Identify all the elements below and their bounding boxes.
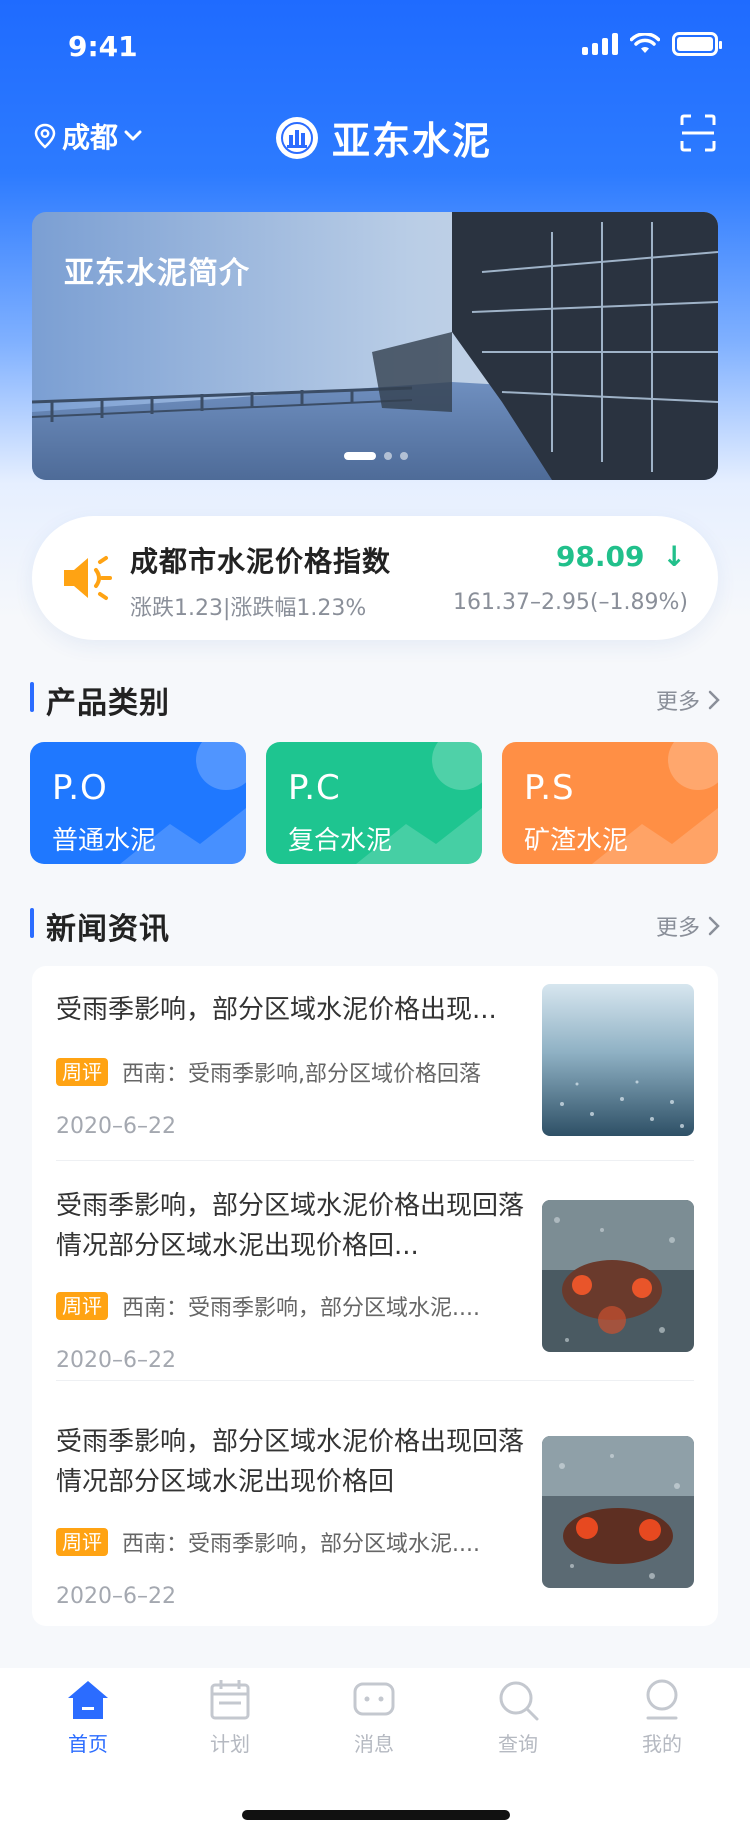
home-icon [68, 1681, 108, 1719]
status-bar: 9:41 [0, 0, 750, 96]
section-accent-bar [30, 682, 34, 712]
product-name: 复合水泥 [288, 826, 393, 856]
price-index-change: 161.37–2.95(–1.89%) [452, 590, 688, 615]
banner-carousel[interactable]: 亚东水泥简介 [32, 212, 718, 480]
decorative-circle [668, 742, 718, 790]
news-divider [56, 1160, 694, 1161]
tab-label: 消息 [354, 1732, 394, 1756]
news-meta: 周评 西南：受雨季影响，部分区域水泥.... [56, 1526, 526, 1558]
carousel-dot[interactable] [400, 452, 408, 460]
home-indicator [242, 1810, 510, 1820]
news-thumbnail [542, 984, 694, 1136]
news-title: 受雨季影响，部分区域水泥价格出现回落情况部分区域水泥出现价格回 [56, 1427, 525, 1497]
news-thumbnail [542, 1200, 694, 1352]
tab-query[interactable]: 查询 [458, 1678, 578, 1778]
news-title: 受雨季影响，部分区域水泥价格出现... [56, 995, 497, 1025]
news-list: 受雨季影响，部分区域水泥价格出现... 周评 西南：受雨季影响,部分区域价格回落… [32, 966, 718, 1626]
tab-label: 计划 [210, 1732, 250, 1756]
tab-messages[interactable]: 消息 [314, 1678, 434, 1778]
products-more-link[interactable]: 更多 [656, 684, 720, 716]
brand-logo-icon [276, 116, 318, 159]
price-index-value: 98.09 ↓ [556, 540, 686, 573]
status-icons [582, 32, 722, 56]
product-card-po[interactable]: P.O 普通水泥 [30, 742, 246, 864]
status-time: 9:41 [68, 30, 138, 63]
news-date: 2020–6–22 [56, 1114, 176, 1139]
carousel-dot[interactable] [384, 452, 392, 460]
tab-label: 首页 [68, 1732, 108, 1756]
cellular-signal-icon [582, 33, 618, 55]
news-thumbnail [542, 1436, 694, 1588]
products-section-header: 产品类别 更多 [30, 678, 720, 721]
speaker-icon [64, 556, 112, 600]
price-index-subtitle: 涨跌1.23|涨跌幅1.23% [130, 596, 367, 621]
product-code: P.S [524, 768, 575, 808]
city-selector[interactable]: 成都 [34, 116, 142, 156]
news-tag: 周评 [56, 1528, 108, 1556]
bottom-tab-bar: 首页 计划 消息 查询 我的 [0, 1668, 750, 1836]
product-name: 矿渣水泥 [524, 826, 629, 856]
chevron-right-icon [708, 916, 720, 936]
news-title: 受雨季影响，部分区域水泥价格出现回落情况部分区域水泥出现价格回... [56, 1191, 525, 1261]
news-section-header: 新闻资讯 更多 [30, 904, 720, 947]
news-tag: 周评 [56, 1292, 108, 1320]
product-name: 普通水泥 [52, 826, 157, 856]
more-label: 更多 [655, 916, 700, 941]
product-card-pc[interactable]: P.C 复合水泥 [266, 742, 482, 864]
news-summary: 西南：受雨季影响，部分区域水泥.... [122, 1296, 480, 1321]
news-summary: 西南：受雨季影响，部分区域水泥.... [122, 1532, 480, 1557]
news-date: 2020–6–22 [56, 1584, 176, 1609]
battery-icon [672, 32, 722, 56]
more-label: 更多 [655, 690, 700, 715]
banner-title: 亚东水泥简介 [64, 256, 250, 291]
scan-icon[interactable] [680, 114, 716, 152]
price-index-card[interactable]: 成都市水泥价格指数 涨跌1.23|涨跌幅1.23% 98.09 ↓ 161.37… [32, 516, 718, 640]
brand: 亚东水泥 [276, 110, 492, 165]
news-date: 2020–6–22 [56, 1348, 176, 1373]
chevron-right-icon [708, 690, 720, 710]
news-more-link[interactable]: 更多 [656, 910, 720, 942]
product-code: P.O [52, 768, 108, 808]
user-icon [646, 1679, 678, 1720]
down-arrow-icon: ↓ [662, 540, 686, 573]
products-section-title: 产品类别 [46, 686, 170, 721]
tab-home[interactable]: 首页 [28, 1678, 148, 1778]
brand-name: 亚东水泥 [332, 119, 493, 163]
tab-profile[interactable]: 我的 [602, 1678, 722, 1778]
tab-label: 我的 [642, 1732, 682, 1756]
news-divider [56, 1380, 694, 1381]
news-section-title: 新闻资讯 [46, 912, 170, 947]
decorative-circle [196, 742, 246, 790]
price-index-title: 成都市水泥价格指数 [130, 545, 392, 578]
wifi-icon [630, 33, 660, 53]
calendar-icon [210, 1680, 250, 1720]
decorative-circle [432, 742, 482, 790]
price-index-number: 98.09 [555, 540, 645, 573]
chevron-down-icon [124, 130, 142, 141]
section-accent-bar [30, 908, 34, 938]
news-meta: 周评 西南：受雨季影响,部分区域价格回落 [56, 1056, 526, 1088]
news-item[interactable]: 受雨季影响，部分区域水泥价格出现回落情况部分区域水泥出现价格回 周评 西南：受雨… [56, 1416, 694, 1616]
city-label: 成都 [62, 121, 119, 154]
news-meta: 周评 西南：受雨季影响，部分区域水泥.... [56, 1290, 526, 1322]
tab-plan[interactable]: 计划 [170, 1678, 290, 1778]
message-icon [353, 1682, 395, 1716]
carousel-indicator [344, 452, 408, 460]
location-icon [34, 123, 56, 149]
news-summary: 西南：受雨季影响,部分区域价格回落 [122, 1062, 481, 1087]
product-code: P.C [288, 768, 341, 808]
news-tag: 周评 [56, 1058, 108, 1086]
search-icon [499, 1681, 539, 1721]
news-item[interactable]: 受雨季影响，部分区域水泥价格出现回落情况部分区域水泥出现价格回... 周评 西南… [56, 1180, 694, 1381]
top-nav: 成都 亚东水泥 [0, 100, 750, 170]
product-card-ps[interactable]: P.S 矿渣水泥 [502, 742, 718, 864]
news-item[interactable]: 受雨季影响，部分区域水泥价格出现... 周评 西南：受雨季影响,部分区域价格回落… [56, 982, 694, 1182]
carousel-dot[interactable] [344, 452, 376, 460]
tab-label: 查询 [498, 1732, 538, 1756]
